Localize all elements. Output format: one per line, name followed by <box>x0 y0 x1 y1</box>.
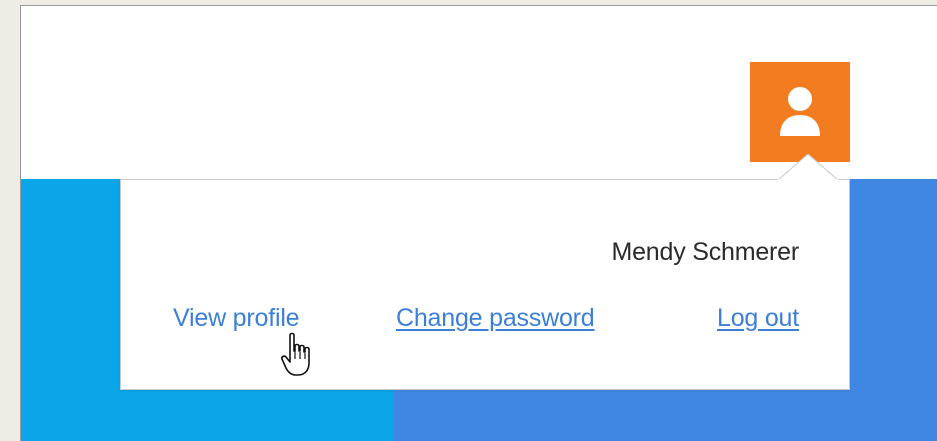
user-menu-popover: Mendy Schmerer View profile Change passw… <box>120 179 850 390</box>
user-name: Mendy Schmerer <box>611 238 799 266</box>
user-menu-links: View profile Change password Log out <box>173 304 799 338</box>
app-frame: Mendy Schmerer View profile Change passw… <box>20 5 937 441</box>
view-profile-link[interactable]: View profile <box>173 304 300 333</box>
log-out-link[interactable]: Log out <box>717 304 799 333</box>
change-password-link[interactable]: Change password <box>396 304 595 333</box>
user-icon <box>780 87 820 136</box>
user-avatar-button[interactable] <box>750 62 850 162</box>
